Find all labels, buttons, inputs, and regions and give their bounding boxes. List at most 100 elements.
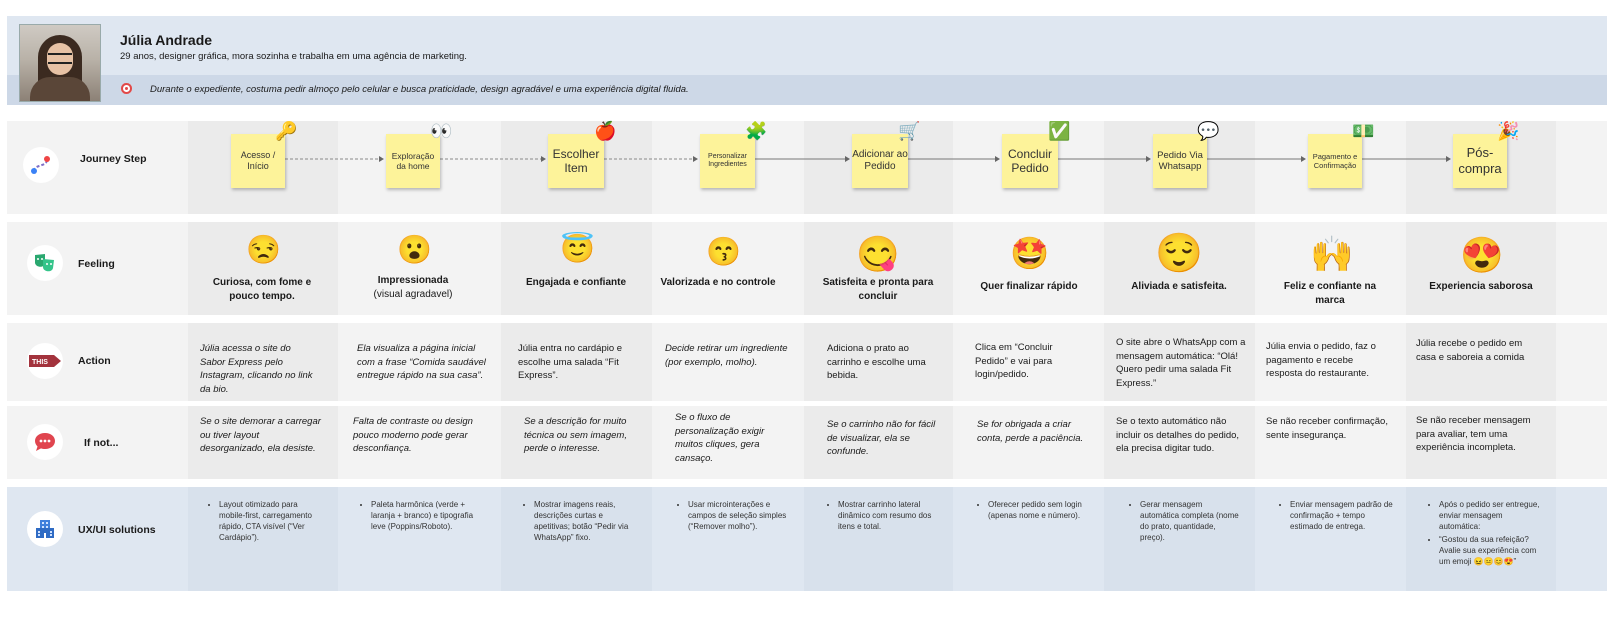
key-icon: 🔑 xyxy=(275,121,298,141)
feeling-label-text: Experiencia saborosa xyxy=(1421,280,1541,294)
feeling-label-text: Impressionada (visual agradavel) xyxy=(353,274,473,302)
ux-list-item: Gerar mensagem automática completa (nome… xyxy=(1140,499,1240,543)
if-not-text: Se não receber confirmação, sente insegu… xyxy=(1266,416,1388,441)
halo-smile-face-icon: 😇 xyxy=(560,233,595,264)
ux-list-item: “Gostou da sua refeição? Avalie sua expe… xyxy=(1439,534,1542,567)
feeling-label-text: Quer finalizar rápido xyxy=(969,280,1089,294)
if-not-text: Falta de contraste ou design pouco moder… xyxy=(353,416,473,454)
journey-step-sticky: Pedido Via Whatsapp xyxy=(1153,134,1207,188)
ux-solution: Gerar mensagem automática completa (nome… xyxy=(1128,499,1240,545)
action-label: Action xyxy=(78,355,111,367)
ux-list: Usar microinterações e campos de seleção… xyxy=(676,499,788,532)
ux-solutions-label: UX/UI solutions xyxy=(78,524,156,536)
if-not-text: Se o texto automático não incluir os det… xyxy=(1116,416,1240,454)
journey-step-sticky: Escolher Item xyxy=(548,134,604,188)
ux-list: Enviar mensagem padrão de confirmação + … xyxy=(1278,499,1396,532)
ux-list-item: Enviar mensagem padrão de confirmação + … xyxy=(1290,499,1396,532)
ux-solution: Oferecer pedido sem login (apenas nome e… xyxy=(976,499,1091,523)
ux-list: Paleta harmônica (verde + laranja + bran… xyxy=(359,499,479,532)
if-not-text: Se for obrigada a criar conta, perde a p… xyxy=(977,419,1084,444)
theater-masks-icon xyxy=(27,245,63,281)
feeling-text: Feliz e confiante na marca xyxy=(1283,281,1377,306)
journey-step-sticky: Concluir Pedido xyxy=(1002,134,1058,188)
feeling-text: Engajada e confiante xyxy=(525,277,627,288)
feeling-text: Impressionada xyxy=(377,275,449,286)
ux-list: Gerar mensagem automática completa (nome… xyxy=(1128,499,1240,543)
ux-list: Após o pedido ser entregue, enviar mensa… xyxy=(1427,499,1542,567)
feeling-label-text: Aliviada e satisfeita. xyxy=(1119,280,1239,294)
journey-step-sticky: Pós-compra xyxy=(1453,134,1507,188)
action-text: Júlia entra no cardápio e escolhe uma sa… xyxy=(518,343,623,381)
star-struck-face-icon: 🤩 xyxy=(1010,235,1050,271)
cart-icon: 🛒 xyxy=(898,121,921,141)
kissing-wink-face-icon: 😙 xyxy=(706,236,741,267)
action-text: Júlia recebe o pedido em casa e saboreia… xyxy=(1416,338,1525,363)
journey-step-sticky: Adicionar ao Pedido xyxy=(852,134,908,188)
feeling-text: Valorizada e no controle xyxy=(660,277,776,288)
ux-list-item: Mostrar carrinho lateral dinâmico com re… xyxy=(838,499,941,532)
journey-step-sticky: Personalizar Ingredientes xyxy=(700,134,755,188)
ux-solution: Após o pedido ser entregue, enviar mensa… xyxy=(1427,499,1542,569)
action-text: Adiciona o prato ao carrinho e escolhe u… xyxy=(827,343,926,381)
ux-list-item: Layout otimizado para mobile-first, carr… xyxy=(219,499,317,543)
party-popper-icon: 🎉 xyxy=(1497,121,1520,141)
heart-eyes-face-icon: 😍 xyxy=(1460,236,1504,275)
journey-step-title: Concluir Pedido xyxy=(1007,146,1052,175)
action-text: Clica em “Concluir Pedido” e vai para lo… xyxy=(975,342,1053,380)
feeling-label-text: Valorizada e no controle xyxy=(658,276,778,290)
ux-list-item: Paleta harmônica (verde + laranja + bran… xyxy=(371,499,479,532)
building-icon xyxy=(27,511,63,547)
feeling-label-text: Feliz e confiante na marca xyxy=(1270,280,1390,308)
ux-solution: Mostrar imagens reais, descrições curtas… xyxy=(522,499,634,545)
ux-list: Mostrar imagens reais, descrições curtas… xyxy=(522,499,634,543)
journey-step-title: Escolher Item xyxy=(552,146,600,175)
action-text: Decide retirar um ingrediente (por exemp… xyxy=(665,343,788,368)
persona-goal: Durante o expediente, costuma pedir almo… xyxy=(150,84,689,95)
route-icon xyxy=(23,147,59,183)
ux-solution: Enviar mensagem padrão de confirmação + … xyxy=(1278,499,1396,534)
journey-step-title: Personalizar Ingredientes xyxy=(708,152,747,168)
journey-step-sticky: Exploração da home xyxy=(386,134,440,188)
ux-list: Mostrar carrinho lateral dinâmico com re… xyxy=(826,499,941,532)
feeling-subtext: (visual agradavel) xyxy=(373,289,453,300)
if-not-text: Se não receber mensagem para avaliar, te… xyxy=(1416,415,1531,453)
ux-list-item: Após o pedido ser entregue, enviar mensa… xyxy=(1439,499,1542,532)
feeling-text: Aliviada e satisfeita. xyxy=(1131,281,1227,292)
ux-list-item: Usar microinterações e campos de seleção… xyxy=(688,499,788,532)
persona-photo xyxy=(19,24,101,102)
this-way-sign-icon: THIS xyxy=(27,343,63,379)
if-not-text: Se o fluxo de personalização exigir muit… xyxy=(675,412,765,464)
money-icon: 💵 xyxy=(1352,121,1375,141)
relieved-face-icon: 😌 xyxy=(1155,232,1203,275)
action-text: Ela visualiza a página inicial com a fra… xyxy=(357,343,486,381)
journey-step-title: Acesso / Início xyxy=(240,150,276,171)
feeling-label: Feeling xyxy=(78,258,115,270)
ux-list: Layout otimizado para mobile-first, carr… xyxy=(207,499,317,543)
journey-step-title: Pagamento e Confirmação xyxy=(1312,152,1358,170)
persona-description: 29 anos, designer gráfica, mora sozinha … xyxy=(120,51,467,62)
yum-face-icon: 😋 xyxy=(856,235,900,274)
journey-step-title: Pedido Via Whatsapp xyxy=(1157,149,1203,172)
surprised-face-icon: 😮 xyxy=(397,234,432,265)
journey-step-title: Exploração da home xyxy=(391,150,435,171)
feeling-text: Curiosa, com fome e pouco tempo. xyxy=(212,277,312,302)
journey-step-sticky: Acesso / Início xyxy=(231,134,285,188)
ux-solution: Mostrar carrinho lateral dinâmico com re… xyxy=(826,499,941,534)
ux-solution: Paleta harmônica (verde + laranja + bran… xyxy=(359,499,479,534)
ux-solution: Usar microinterações e campos de seleção… xyxy=(676,499,788,534)
puzzle-icon: 🧩 xyxy=(745,121,768,141)
journey-step-sticky: Pagamento e Confirmação xyxy=(1308,134,1362,188)
feeling-label-text: Curiosa, com fome e pouco tempo. xyxy=(202,276,322,304)
unamused-face-icon: 😒 xyxy=(246,234,281,265)
feeling-label-text: Satisfeita e pronta para concluir xyxy=(818,276,938,304)
feeling-text: Quer finalizar rápido xyxy=(980,281,1078,292)
if-not-text: Se o site demorar a carregar ou tiver la… xyxy=(200,416,321,454)
journey-step-title: Adicionar ao Pedido xyxy=(852,149,908,172)
if-not-text: Se a descrição for muito técnica ou sem … xyxy=(524,416,627,454)
eyes-icon: 👀 xyxy=(430,121,453,141)
feeling-label-text: Engajada e confiante xyxy=(516,276,636,290)
raising-hands-icon: 🙌 xyxy=(1310,235,1354,274)
feeling-text: Satisfeita e pronta para concluir xyxy=(822,277,934,302)
svg-text:THIS: THIS xyxy=(32,359,48,366)
action-text: O site abre o WhatsApp com a mensagem au… xyxy=(1116,337,1246,389)
